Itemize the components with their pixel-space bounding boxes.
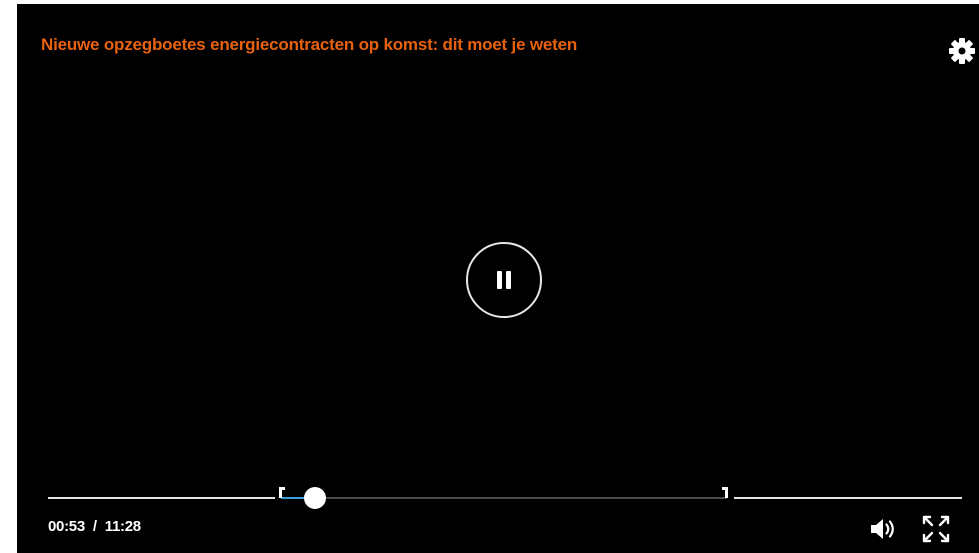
- seek-bar[interactable]: [48, 484, 962, 512]
- seek-rail-after-chapter: [734, 497, 962, 499]
- settings-button[interactable]: [947, 36, 977, 66]
- duration: 11:28: [104, 518, 141, 535]
- time-separator: /: [92, 518, 97, 535]
- fullscreen-icon: [922, 515, 950, 543]
- video-player[interactable]: Nieuwe opzegboetes energiecontracten op …: [17, 4, 979, 553]
- fullscreen-button[interactable]: [921, 514, 951, 544]
- chapter-track: [281, 497, 727, 499]
- chapter-start-marker: [279, 487, 285, 498]
- chapter-end-marker: [722, 487, 728, 498]
- volume-icon: [871, 519, 894, 539]
- current-time: 00:53: [48, 518, 85, 535]
- gear-icon: [949, 38, 975, 64]
- pause-icon: [497, 271, 502, 289]
- seek-handle[interactable]: [304, 487, 326, 509]
- time-display: 00:53 / 11:28: [48, 518, 141, 535]
- seek-rail-before-chapter: [48, 497, 275, 499]
- video-title: Nieuwe opzegboetes energiecontracten op …: [41, 35, 578, 54]
- volume-button[interactable]: [868, 514, 898, 544]
- pause-button[interactable]: [466, 242, 542, 318]
